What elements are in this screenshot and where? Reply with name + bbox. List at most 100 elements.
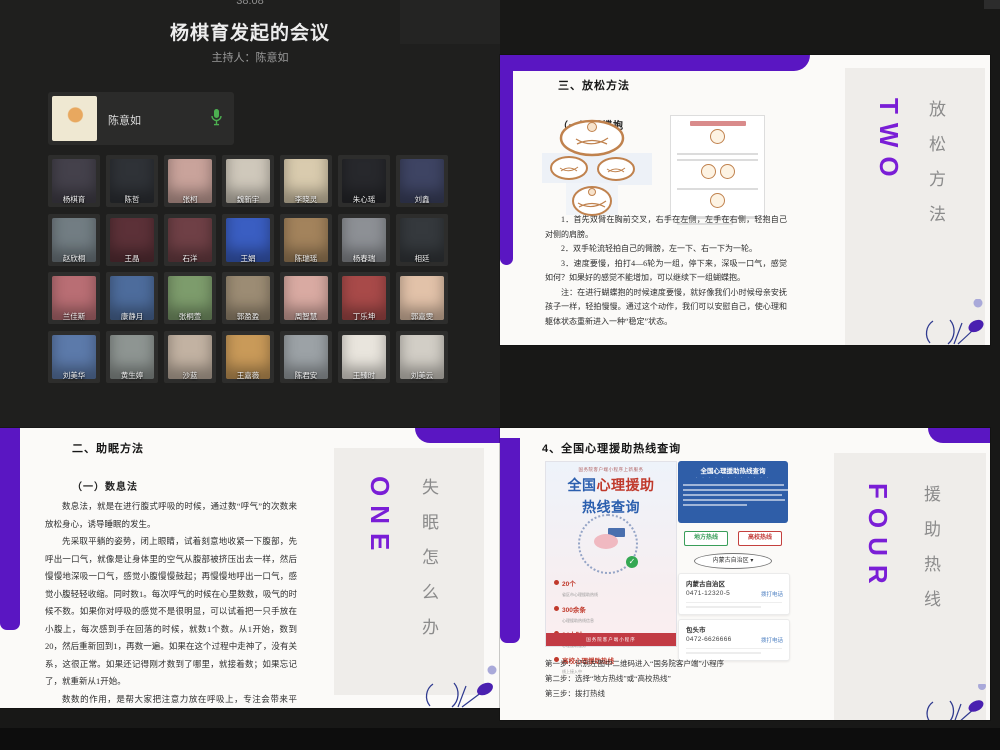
card-text-line <box>686 606 761 608</box>
stat-row: 20个 省区市心理援助热线 <box>554 574 670 597</box>
participant-name: 张柯 <box>164 194 216 205</box>
participant-tile[interactable]: 王臻时 <box>338 331 390 383</box>
participant-tile[interactable]: 石洋 <box>164 214 216 266</box>
slide-body-text: 数息法，就是在进行腹式呼吸的时候，通过数“呼气”的次数来放松身心，诱导睡眠的发生… <box>45 498 297 708</box>
participant-tile[interactable]: 兰佳斯 <box>48 272 100 324</box>
participant-tile[interactable]: 沙蓝 <box>164 331 216 383</box>
poster-title-red: 心理援助 <box>597 477 655 493</box>
card-region-name: 包头市 <box>686 624 706 634</box>
poster-footer-bar: 国务院客户端小程序 <box>546 633 676 646</box>
call-link: 拨打电话 <box>761 636 783 644</box>
poster-text-line <box>677 153 758 155</box>
body-paragraph: 数息法，就是在进行腹式呼吸的时候，通过数“呼气”的次数来放松身心，诱导睡眠的发生… <box>45 498 297 533</box>
doodle-decoration <box>920 684 990 720</box>
slide-heading: 4、全国心理援助热线查询 <box>542 440 681 456</box>
poster-title-line1: 全国心理援助 <box>546 475 676 495</box>
participant-name: 杨棋育 <box>48 194 100 205</box>
participant-name: 相廷 <box>396 253 448 264</box>
hotline-steps: 第一步：识别左图中二维码进入“国务院客户端”小程序第二步：选择“地方热线”或“高… <box>545 656 785 701</box>
figure-icon <box>701 164 716 179</box>
participant-tile[interactable]: 郭盈盈 <box>222 272 274 324</box>
participant-tile[interactable]: 刘美云 <box>396 331 448 383</box>
participant-name: 沙蓝 <box>164 370 216 381</box>
participant-tile[interactable]: 丁乐坤 <box>338 272 390 324</box>
section-title-vertical: 失眠怎么办 <box>416 478 441 653</box>
query-text-line <box>683 504 747 506</box>
meeting-title: 杨棋育发起的会议 <box>0 18 500 45</box>
participant-tile[interactable]: 郭嘉雯 <box>396 272 448 324</box>
participant-name: 朱心瑶 <box>338 194 390 205</box>
stat-desc: 心理援助热线信息 <box>562 618 670 623</box>
hotline-query-panel: 全国心理援助热线查询 · · · · · · · · · · · · 地方热线 … <box>678 461 788 676</box>
butterfly-hug-poster <box>670 115 765 217</box>
participant-tile[interactable]: 赵欣桐 <box>48 214 100 266</box>
participant-tile[interactable]: 黄生婷 <box>106 331 158 383</box>
slide-hotlines[interactable]: 4、全国心理援助热线查询 国务院客户端小程序上新服务 全国心理援助 热线查询 ✓… <box>500 428 990 720</box>
step-paragraph: 注：在进行蝴蝶抱的时候速度要慢，就好像我们小时候母亲安抚孩子一样，轻拍慢慢。通过… <box>545 286 787 330</box>
figure-icon <box>720 164 735 179</box>
participant-tile[interactable]: 相廷 <box>396 214 448 266</box>
participant-tile[interactable]: 魏新宇 <box>222 155 274 207</box>
stat-row: 300余条 心理援助热线信息 <box>554 600 670 623</box>
campus-hotline-button: 高校热线 <box>738 531 782 546</box>
participant-tile[interactable]: 王娟 <box>222 214 274 266</box>
step-paragraph: 1．首先双臂在胸前交叉，右手在左侧，左手在右侧，轻抱自己对侧的肩膀。 <box>545 213 787 242</box>
participant-grid: 杨棋育 陈哲 张柯 魏新宇 李晓灵 朱心瑶 刘鑫 赵欣桐 <box>48 155 448 383</box>
participant-tile[interactable]: 刘鑫 <box>396 155 448 207</box>
step-paragraph: 3．速度要慢，拍打4—6轮为一组，停下来，深吸一口气，感觉如何？如果好的感觉不能… <box>545 257 787 286</box>
participant-tile[interactable]: 杨春瑞 <box>338 214 390 266</box>
host-card[interactable]: 陈意如 <box>48 92 234 145</box>
slide-relax-methods[interactable]: 三、放松方法 （一）蝴蝶抱 1．首先双臂在胸前交叉，右手在左侧，左手在右侧，轻抱… <box>500 55 990 345</box>
purple-top-band <box>500 55 810 71</box>
card-divider <box>686 602 782 603</box>
host-avatar <box>52 96 97 141</box>
participant-name: 王臻时 <box>338 370 390 381</box>
slide-insomnia[interactable]: 二、助眠方法 （一）数息法 数息法，就是在进行腹式呼吸的时候，通过数“呼气”的次… <box>0 428 500 708</box>
poster-title-blue: 全国 <box>568 477 597 493</box>
participant-name: 周智慧 <box>280 311 332 322</box>
participant-tile[interactable]: 李晓灵 <box>280 155 332 207</box>
participant-tile[interactable]: 周智慧 <box>280 272 332 324</box>
participant-tile[interactable]: 张柯 <box>164 155 216 207</box>
ring-center-graphic <box>594 534 618 549</box>
query-text-line <box>683 484 784 486</box>
participant-tile[interactable]: 朱心瑶 <box>338 155 390 207</box>
participant-tile[interactable]: 张桐萱 <box>164 272 216 324</box>
section-number: FOUR <box>862 483 893 593</box>
participant-name: 张桐萱 <box>164 311 216 322</box>
body-paragraph: 数数的作用，是帮大家把注意力放在呼吸上，专注会带来平静，让大脑从奔涌的念头中停息… <box>45 691 297 709</box>
participant-name: 康静月 <box>106 311 158 322</box>
slide-heading: 二、助眠方法 <box>72 440 144 456</box>
slide-body-text: 1．首先双臂在胸前交叉，右手在左侧，左手在右侧，轻抱自己对侧的肩膀。2．双手轮流… <box>545 213 787 329</box>
participant-name: 李晓灵 <box>280 194 332 205</box>
card-text-line <box>686 652 761 654</box>
participant-name: 魏新宇 <box>222 194 274 205</box>
participant-name: 杨春瑞 <box>338 253 390 264</box>
doodle-decoration <box>408 664 500 708</box>
participant-name: 郭嘉雯 <box>396 311 448 322</box>
participant-name: 黄生婷 <box>106 370 158 381</box>
purple-left-bar <box>500 55 513 265</box>
figure-icon <box>710 193 725 208</box>
participant-tile[interactable]: 陈哲 <box>106 155 158 207</box>
section-title-vertical: 放松方法 <box>923 100 948 240</box>
participant-tile[interactable]: 王嘉薇 <box>222 331 274 383</box>
query-dots: · · · · · · · · · · · · <box>678 475 788 481</box>
slide-subheading: （一）数息法 <box>72 478 138 493</box>
participant-name: 赵欣桐 <box>48 253 100 264</box>
microphone-on-icon[interactable] <box>211 109 222 126</box>
participant-tile[interactable]: 康静月 <box>106 272 158 324</box>
query-text-line <box>683 494 782 496</box>
region-selector: 内蒙古自治区 ▾ <box>694 553 772 569</box>
step-line: 第三步：拨打热线 <box>545 686 785 701</box>
participant-tile[interactable]: 杨棋育 <box>48 155 100 207</box>
participant-tile[interactable]: 陈君安 <box>280 331 332 383</box>
step-paragraph: 2．双手轮流轻拍自己的臂膀，左一下、右一下为一轮。 <box>545 242 787 257</box>
participant-tile[interactable]: 刘美华 <box>48 331 100 383</box>
participant-tile[interactable]: 王晶 <box>106 214 158 266</box>
stat-value: 300余条 <box>562 606 586 613</box>
participant-name: 刘美云 <box>396 370 448 381</box>
section-side-panel: FOUR 援助热线 <box>834 453 986 720</box>
participant-name: 陈君安 <box>280 370 332 381</box>
participant-tile[interactable]: 陈瑞瑶 <box>280 214 332 266</box>
